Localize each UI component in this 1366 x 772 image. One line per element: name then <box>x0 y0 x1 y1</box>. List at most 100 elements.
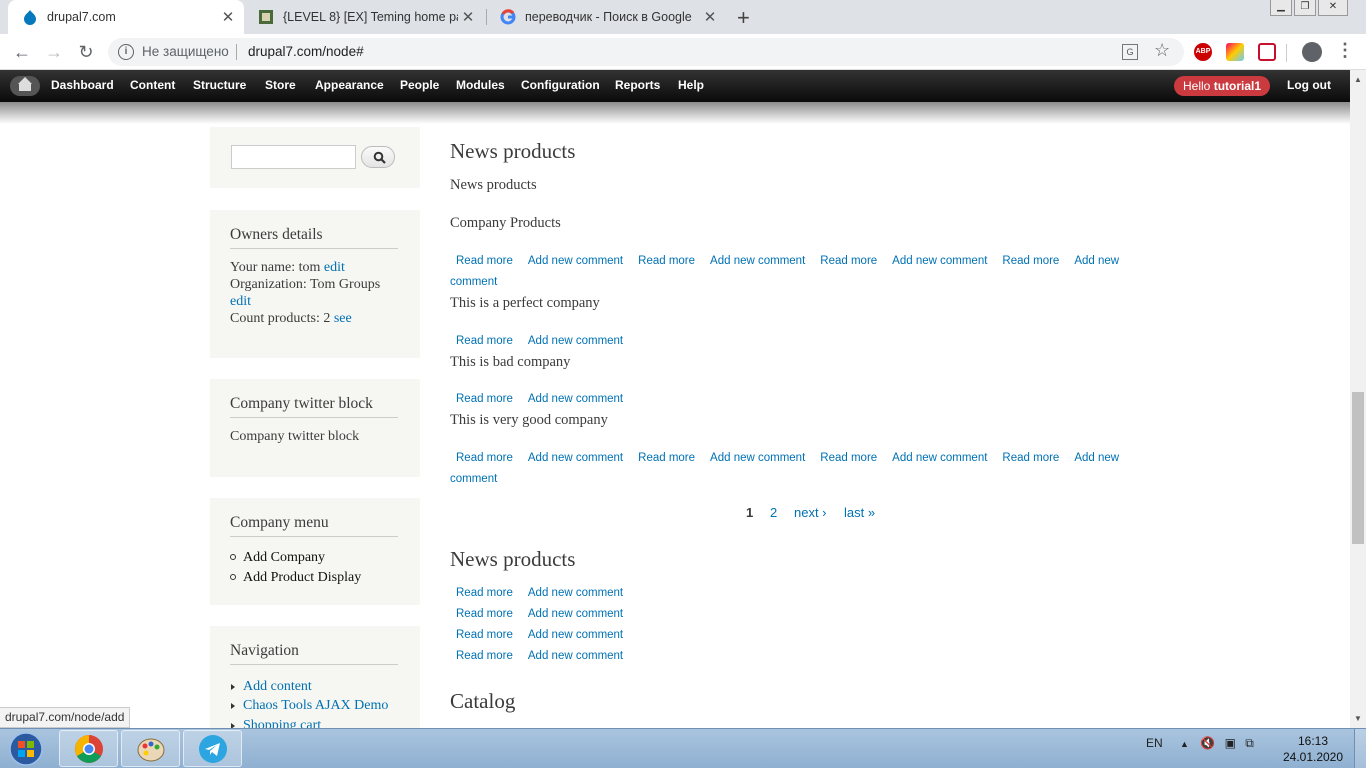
translate-icon[interactable]: G <box>1122 44 1138 60</box>
extension-icon[interactable] <box>1226 43 1244 61</box>
nav-shopping-cart[interactable]: Shopping cart <box>243 718 321 728</box>
add-comment-link-part[interactable]: Add new <box>1074 255 1119 267</box>
profile-icon[interactable] <box>1302 42 1322 62</box>
nav-add-content[interactable]: Add content <box>243 679 312 695</box>
url-text[interactable]: drupal7.com/node# <box>248 44 364 59</box>
read-more-link[interactable]: Read more <box>820 255 877 267</box>
add-comment-link[interactable]: Add new comment <box>528 255 623 267</box>
add-comment-link[interactable]: Add new comment <box>528 393 623 405</box>
add-comment-link-part[interactable]: comment <box>450 276 497 288</box>
read-more-link[interactable]: Read more <box>820 452 877 464</box>
close-tab-icon[interactable]: ✕ <box>458 8 478 26</box>
logout-link[interactable]: Log out <box>1287 78 1331 92</box>
add-comment-link[interactable]: Add new comment <box>710 452 805 464</box>
add-comment-link[interactable]: Add new comment <box>528 608 623 620</box>
chrome-icon <box>75 735 103 763</box>
menu-content[interactable]: Content <box>130 78 175 92</box>
forward-icon[interactable]: → <box>42 40 66 64</box>
show-desktop-button[interactable] <box>1354 729 1366 768</box>
add-company-link[interactable]: Add Company <box>243 550 325 566</box>
read-more-link[interactable]: Read more <box>456 255 513 267</box>
close-tab-icon[interactable]: ✕ <box>700 8 720 26</box>
reload-icon[interactable]: ↻ <box>74 40 98 64</box>
restore-icon[interactable]: ❐ <box>1294 0 1316 16</box>
nav-chaos-tools[interactable]: Chaos Tools AJAX Demo <box>243 698 388 714</box>
tab-google[interactable]: переводчик - Поиск в Google ✕ <box>486 0 726 34</box>
read-more-link[interactable]: Read more <box>1002 255 1059 267</box>
minimize-icon[interactable]: ▁ <box>1270 0 1292 16</box>
pager-last[interactable]: last » <box>844 505 875 520</box>
add-comment-link[interactable]: Add new comment <box>528 335 623 347</box>
add-comment-link[interactable]: Add new comment <box>528 587 623 599</box>
read-more-link[interactable]: Read more <box>456 650 513 662</box>
info-icon[interactable]: i <box>118 44 134 60</box>
language-indicator[interactable]: EN <box>1146 736 1163 750</box>
clock[interactable]: 16:13 24.01.2020 <box>1278 733 1348 765</box>
read-more-link[interactable]: Read more <box>456 629 513 641</box>
volume-muted-icon[interactable]: 🔇 <box>1200 736 1215 750</box>
add-comment-link[interactable]: Add new comment <box>892 452 987 464</box>
home-icon[interactable] <box>10 76 40 96</box>
hello-username: tutorial1 <box>1213 79 1262 93</box>
scrollbar-thumb[interactable] <box>1352 392 1364 544</box>
pager-page-2[interactable]: 2 <box>770 505 777 520</box>
good-company-text: This is very good company <box>450 412 608 428</box>
triangle-bullet-icon <box>231 684 235 690</box>
node-links-row: Read more Add new comment <box>450 583 1130 604</box>
action-center-icon[interactable]: ⧉ <box>1245 736 1254 750</box>
search-button[interactable] <box>361 146 395 168</box>
menu-modules[interactable]: Modules <box>456 78 505 92</box>
scroll-up-icon[interactable]: ▲ <box>1352 75 1364 84</box>
show-hidden-icons-icon[interactable]: ▲ <box>1180 739 1189 749</box>
edit-name-link[interactable]: edit <box>324 260 345 275</box>
read-more-link[interactable]: Read more <box>456 587 513 599</box>
address-bar[interactable]: i Не защищено drupal7.com/node# <box>108 38 1184 66</box>
close-window-icon[interactable]: ✕ <box>1318 0 1348 16</box>
add-comment-link[interactable]: Add new comment <box>528 650 623 662</box>
network-icon[interactable]: ▣ <box>1225 736 1236 750</box>
add-comment-link-part[interactable]: comment <box>450 473 497 485</box>
taskbar-telegram[interactable] <box>183 730 242 767</box>
tab-level8[interactable]: {LEVEL 8} [EX] Teming home page ✕ <box>244 0 484 34</box>
search-input[interactable] <box>231 145 356 169</box>
taskbar-paint[interactable] <box>121 730 180 767</box>
add-product-display-link[interactable]: Add Product Display <box>243 570 361 586</box>
menu-dashboard[interactable]: Dashboard <box>51 78 114 92</box>
read-more-link[interactable]: Read more <box>638 452 695 464</box>
read-more-link[interactable]: Read more <box>456 335 513 347</box>
taskbar-chrome[interactable] <box>59 730 118 767</box>
menu-configuration[interactable]: Configuration <box>521 78 600 92</box>
menu-structure[interactable]: Structure <box>193 78 246 92</box>
edit-organization-link[interactable]: edit <box>230 294 251 310</box>
add-comment-link-part[interactable]: Add new <box>1074 452 1119 464</box>
read-more-link[interactable]: Read more <box>456 452 513 464</box>
close-tab-icon[interactable]: ✕ <box>218 8 238 26</box>
divider <box>230 248 398 249</box>
adblock-icon[interactable]: ABP <box>1194 43 1212 61</box>
start-button[interactable] <box>3 731 49 767</box>
pager-next[interactable]: next › <box>794 505 827 520</box>
menu-people[interactable]: People <box>400 78 439 92</box>
add-comment-link[interactable]: Add new comment <box>710 255 805 267</box>
add-comment-link[interactable]: Add new comment <box>892 255 987 267</box>
new-tab-button[interactable]: + <box>737 5 750 31</box>
bookmark-star-icon[interactable]: ☆ <box>1154 40 1170 61</box>
read-more-link[interactable]: Read more <box>456 608 513 620</box>
menu-store[interactable]: Store <box>265 78 296 92</box>
tab-drupal7[interactable]: drupal7.com ✕ <box>8 0 244 34</box>
menu-icon[interactable]: ⋮ <box>1336 40 1354 61</box>
add-comment-link[interactable]: Add new comment <box>528 629 623 641</box>
back-icon[interactable]: ← <box>10 40 34 64</box>
menu-appearance[interactable]: Appearance <box>315 78 384 92</box>
divider <box>230 417 398 418</box>
read-more-link[interactable]: Read more <box>1002 452 1059 464</box>
menu-help[interactable]: Help <box>678 78 704 92</box>
pocket-icon[interactable] <box>1258 43 1276 61</box>
read-more-link[interactable]: Read more <box>456 393 513 405</box>
read-more-link[interactable]: Read more <box>638 255 695 267</box>
see-products-link[interactable]: see <box>334 311 352 326</box>
hello-user-badge[interactable]: Hello tutorial1 <box>1174 76 1271 96</box>
menu-reports[interactable]: Reports <box>615 78 660 92</box>
add-comment-link[interactable]: Add new comment <box>528 452 623 464</box>
scroll-down-icon[interactable]: ▼ <box>1352 714 1364 723</box>
